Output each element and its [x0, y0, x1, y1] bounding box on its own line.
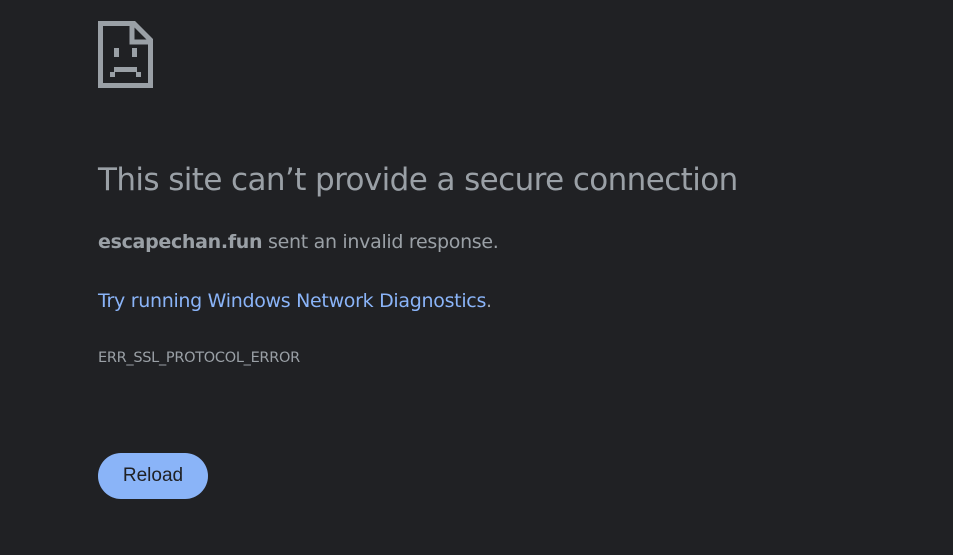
suggestion-period: . — [486, 290, 492, 312]
reload-button[interactable]: Reload — [98, 453, 208, 499]
error-description: escapechan.fun sent an invalid response. — [98, 228, 499, 256]
page-title: This site can’t provide a secure connect… — [98, 162, 738, 198]
network-diagnostics-link[interactable]: Try running Windows Network Diagnostics — [98, 290, 486, 312]
suggestion: Try running Windows Network Diagnostics. — [98, 287, 492, 315]
error-code: ERR_SSL_PROTOCOL_ERROR — [98, 350, 300, 366]
error-description-text: sent an invalid response. — [262, 231, 499, 253]
sad-page-icon — [98, 21, 153, 88]
host-name: escapechan.fun — [98, 231, 263, 253]
